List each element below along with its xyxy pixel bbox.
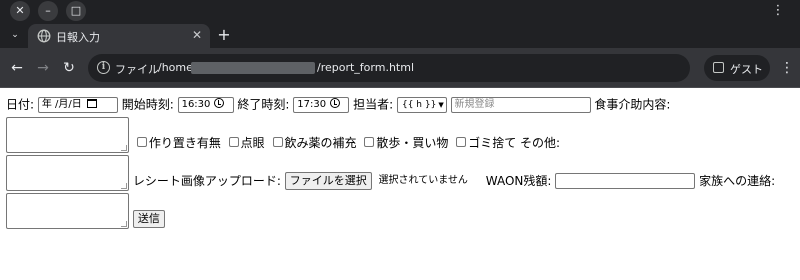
reload-icon[interactable]: ↻ [60, 59, 78, 77]
family-contact-textarea[interactable] [6, 192, 129, 229]
staff-label: 担当者: [353, 97, 394, 112]
start-time-value: 16:30 [181, 98, 211, 110]
date-label: 日付: [6, 97, 35, 112]
submit-button[interactable]: 送信 [132, 210, 165, 228]
tab-close-icon[interactable]: ✕ [192, 28, 202, 42]
forward-arrow-icon[interactable]: → [34, 59, 52, 77]
browser-menu-icon[interactable]: ⋮ [780, 59, 794, 77]
other-label: その他: [520, 135, 561, 150]
back-arrow-icon[interactable]: ← [8, 59, 26, 77]
tab-strip: ⌄ 日報入力 ✕ + [0, 22, 800, 48]
choose-file-button[interactable]: ファイルを選択 [284, 171, 372, 190]
new-staff-input[interactable]: 新規登録 [450, 96, 591, 113]
checkbox-eye-drops[interactable] [228, 137, 239, 147]
checkbox-garbage-label: ゴミ捨て [468, 135, 517, 150]
staff-select[interactable]: {{ h }} ▼ [396, 96, 447, 113]
clock-icon[interactable] [330, 97, 341, 108]
window-menu-icon[interactable]: ⋮ [768, 1, 788, 21]
checkbox-medicine-label: 飲み薬の補充 [284, 135, 357, 150]
meal-assistance-label: 食事介助内容: [594, 97, 671, 112]
url-scheme-label: ファイル [115, 63, 159, 76]
family-contact-label: 家族への連絡: [699, 173, 776, 188]
guest-label: ゲスト [730, 63, 763, 76]
globe-icon [37, 29, 51, 43]
receipt-upload-label: レシート画像アップロード: [132, 173, 281, 188]
checkbox-leftovers[interactable] [136, 137, 147, 147]
staff-selected-value: {{ h }} [401, 99, 437, 110]
file-status-text: 選択されていません [378, 174, 468, 186]
window-close-button[interactable]: ✕ [10, 1, 30, 21]
end-time-label: 終了時刻: [237, 97, 290, 112]
new-tab-button[interactable]: + [214, 25, 234, 45]
date-input[interactable]: 年 /月/日 [37, 96, 118, 113]
checkbox-walk-shopping-label: 散歩・買い物 [376, 135, 449, 150]
window-minimize-button[interactable]: – [38, 1, 58, 21]
address-bar[interactable]: i ファイル /home /report_form.html [88, 54, 690, 82]
guest-profile-button[interactable]: ゲスト [704, 55, 770, 81]
calendar-icon[interactable] [86, 98, 97, 108]
tab-title: 日報入力 [56, 31, 100, 44]
start-time-input[interactable]: 16:30 [177, 96, 234, 113]
form-row-4: 送信 [6, 192, 794, 229]
form-row-3: レシート画像アップロード: ファイルを選択 選択されていません WAON残額: … [6, 154, 794, 191]
url-redaction [191, 62, 315, 74]
clock-icon[interactable] [214, 97, 225, 108]
checkbox-leftovers-label: 作り置き有無 [148, 135, 221, 150]
meal-assistance-textarea[interactable] [6, 116, 129, 153]
waon-balance-label: WAON残額: [485, 173, 552, 188]
start-time-label: 開始時刻: [121, 97, 174, 112]
form-row-1: 日付: 年 /月/日 開始時刻: 16:30 終了時刻: 17:30 担当者: … [6, 94, 794, 115]
end-time-value: 17:30 [297, 98, 327, 110]
browser-toolbar: ← → ↻ i ファイル /home /report_form.html ゲスト… [0, 48, 800, 88]
checkbox-garbage[interactable] [456, 137, 467, 147]
checkbox-eye-drops-label: 点眼 [240, 135, 265, 150]
chevron-down-icon: ▼ [438, 100, 444, 109]
form-row-2: 作り置き有無 点眼 飲み薬の補充 散歩・買い物 ゴミ捨て その他: [6, 116, 794, 153]
tab-search-chevron-icon[interactable]: ⌄ [6, 26, 24, 44]
window-titlebar: ✕ – □ ⋮ [0, 0, 800, 22]
url-suffix: /report_form.html [317, 61, 415, 74]
checkbox-medicine[interactable] [272, 137, 283, 147]
info-icon[interactable]: i [97, 61, 110, 74]
guest-profile-icon [713, 62, 724, 73]
tab-active[interactable]: 日報入力 ✕ [28, 24, 210, 48]
url-prefix: /home [158, 61, 193, 74]
window-maximize-button[interactable]: □ [66, 1, 86, 21]
other-textarea[interactable] [6, 154, 129, 191]
end-time-input[interactable]: 17:30 [293, 96, 350, 113]
checkbox-walk-shopping[interactable] [364, 137, 375, 147]
waon-balance-input[interactable] [555, 172, 696, 189]
date-value: 年 /月/日 [41, 98, 82, 110]
report-form: 日付: 年 /月/日 開始時刻: 16:30 終了時刻: 17:30 担当者: … [0, 88, 800, 229]
